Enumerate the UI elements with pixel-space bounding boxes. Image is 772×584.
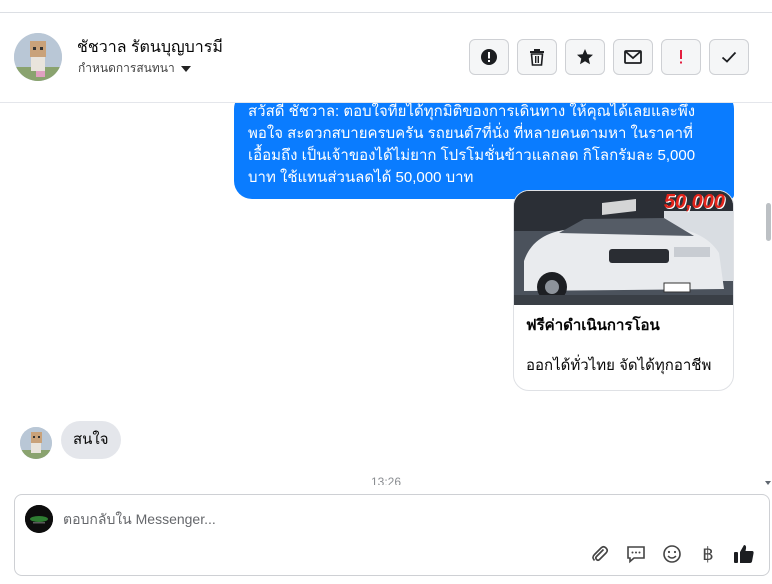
delete-button[interactable] [517, 39, 557, 75]
promo-card-banner: 50,000 [663, 191, 725, 213]
baht-icon: ฿ [702, 543, 714, 565]
messenger-conversation-panel: ชัชวาล รัตนบุญบารมี กำหนดการสนทนา สวัสดี… [0, 12, 772, 584]
promo-card[interactable]: 50,000 ฟรีค่าดำเนินการโอน ออกได้ทั่วไทย … [513, 190, 734, 391]
promo-card-title: ฟรีค่าดำเนินการโอน [526, 317, 660, 334]
caret-down-icon [180, 65, 191, 72]
contact-name[interactable]: ชัชวาล รัตนบุญบารมี [77, 35, 223, 60]
message-timestamp: 13:26 [370, 475, 402, 485]
conversation-settings-label: กำหนดการสนทนา [78, 61, 175, 75]
saved-replies-icon [627, 546, 645, 564]
conversation-header: ชัชวาล รัตนบุญบารมี กำหนดการสนทนา [0, 13, 772, 103]
emoji-button[interactable] [661, 543, 683, 565]
exclamation-circle-icon [481, 49, 497, 65]
follow-up-button[interactable] [661, 39, 701, 75]
message-thread[interactable]: สวัสดี ชัชวาล: ตอบใจที่ยได้ทุกมิติของการ… [0, 103, 772, 485]
thumbs-up-icon [734, 545, 754, 563]
paperclip-icon [592, 545, 609, 562]
report-button[interactable] [469, 39, 509, 75]
contact-avatar-small[interactable] [20, 427, 52, 459]
check-icon [721, 51, 737, 63]
composer-tools: ฿ [589, 543, 755, 565]
conversation-actions [469, 39, 749, 75]
reply-input[interactable] [63, 509, 623, 529]
star-button[interactable] [565, 39, 605, 75]
outgoing-message-bubble[interactable]: สวัสดี ชัชวาล: ตอบใจที่ยได้ทุกมิติของการ… [234, 103, 734, 199]
page-avatar [25, 505, 53, 533]
reply-composer: ฿ [14, 494, 770, 576]
exclamation-icon [680, 50, 682, 64]
attach-button[interactable] [589, 543, 611, 565]
thread-scrollbar[interactable] [764, 103, 772, 485]
saved-replies-button[interactable] [625, 543, 647, 565]
conversation-settings-dropdown[interactable]: กำหนดการสนทนา [78, 59, 191, 78]
star-icon [577, 49, 593, 65]
trash-icon [530, 49, 544, 66]
promo-card-subtitle: ออกได้ทั่วไทย จัดได้ทุกอาชีพ [526, 357, 712, 374]
mark-done-button[interactable] [709, 39, 749, 75]
scroll-down-arrow-icon[interactable] [765, 481, 771, 485]
incoming-message-bubble[interactable]: สนใจ [61, 421, 121, 459]
emoji-icon [663, 545, 681, 563]
scrollbar-thumb[interactable] [766, 203, 771, 241]
payment-button[interactable]: ฿ [697, 543, 719, 565]
mark-unread-button[interactable] [613, 39, 653, 75]
contact-avatar[interactable] [14, 33, 62, 81]
envelope-icon [624, 50, 642, 64]
like-button[interactable] [733, 543, 755, 565]
promo-card-image: 50,000 [514, 191, 733, 305]
